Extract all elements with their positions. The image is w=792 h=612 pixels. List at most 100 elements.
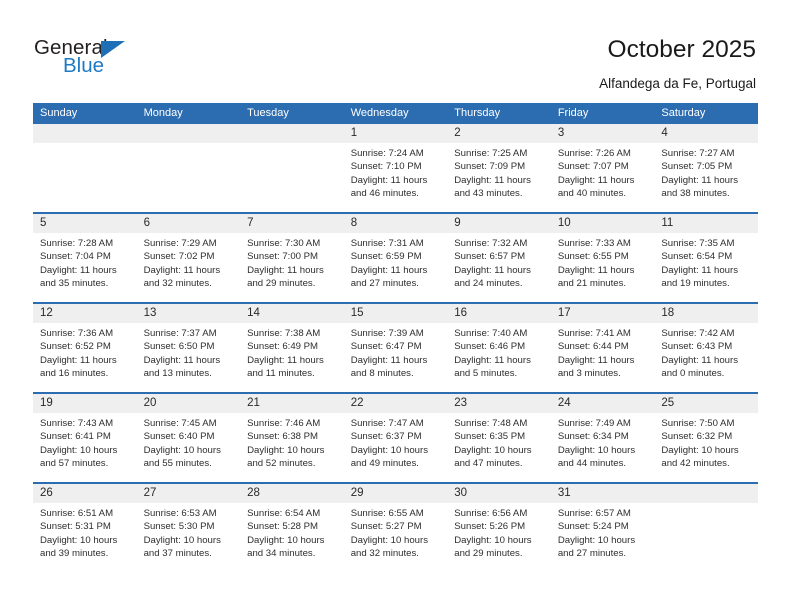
sunrise-time: Sunrise: 7:45 AM: [143, 418, 217, 429]
calendar-day-cell[interactable]: 18 Sunrise: 7:42 AM Sunset: 6:43 PM Dayligh…: [654, 302, 758, 393]
daylight-duration-line1: Daylight: 11 hours: [247, 354, 324, 366]
day-number: 7: [240, 214, 344, 233]
daylight-duration-line1: Daylight: 11 hours: [40, 264, 117, 276]
calendar-day-cell[interactable]: 17 Sunrise: 7:41 AM Sunset: 6:44 PM Dayligh…: [550, 302, 655, 393]
calendar-day-cell[interactable]: 4 Sunrise: 7:27 AM Sunset: 7:05 PM Daylight…: [654, 124, 758, 213]
sunset-time: Sunset: 5:28 PM: [247, 521, 319, 533]
daylight-duration-line1: Daylight: 10 hours: [454, 534, 532, 546]
day-number: 28: [240, 484, 344, 503]
day-number: 18: [654, 304, 758, 323]
calendar-day-cell[interactable]: 26 Sunrise: 6:51 AM Sunset: 5:31 PM Dayligh…: [33, 482, 137, 572]
calendar-day-cell[interactable]: 6 Sunrise: 7:29 AM Sunset: 7:02 PM Daylight…: [136, 212, 241, 303]
calendar-week-row: 1 Sunrise: 7:24 AM Sunset: 7:10 PM Daylight…: [33, 124, 758, 213]
sunrise-time: Sunrise: 7:37 AM: [143, 328, 217, 339]
calendar-day-cell[interactable]: 11 Sunrise: 7:35 AM Sunset: 6:54 PM Dayligh…: [654, 212, 758, 303]
calendar-day-cell[interactable]: 20 Sunrise: 7:45 AM Sunset: 6:40 PM Dayligh…: [136, 392, 241, 483]
calendar-day-cell[interactable]: 8 Sunrise: 7:31 AM Sunset: 6:59 PM Daylight…: [343, 212, 448, 303]
sunrise-time: Sunrise: 7:30 AM: [247, 238, 321, 249]
day-number: 2: [447, 124, 551, 143]
daylight-duration-line2: and 21 minutes.: [557, 278, 627, 290]
daylight-duration-line1: Daylight: 11 hours: [557, 174, 635, 186]
calendar-day-cell[interactable]: 16 Sunrise: 7:40 AM Sunset: 6:46 PM Dayligh…: [447, 302, 551, 393]
calendar-day-cell[interactable]: 3 Sunrise: 7:26 AM Sunset: 7:07 PM Daylight…: [550, 124, 655, 213]
day-number: 21: [240, 394, 344, 413]
sunset-time: Sunset: 6:41 PM: [40, 431, 111, 443]
day-details: Sunrise: 7:40 AM Sunset: 6:46 PM Daylight:…: [447, 323, 551, 381]
sunrise-time: Sunrise: 7:36 AM: [40, 328, 114, 339]
sunrise-time: Sunrise: 7:49 AM: [557, 418, 631, 429]
calendar-day-cell[interactable]: 21 Sunrise: 7:46 AM Sunset: 6:38 PM Dayligh…: [240, 392, 344, 483]
daylight-duration-line1: Daylight: 10 hours: [454, 444, 532, 456]
daylight-duration-line1: Daylight: 11 hours: [454, 264, 531, 276]
sunrise-time: Sunrise: 6:51 AM: [40, 508, 114, 519]
calendar-day-cell[interactable]: 19 Sunrise: 7:43 AM Sunset: 6:41 PM Dayligh…: [33, 392, 137, 483]
page-header: General Blue October 2025 Alfandega da F…: [0, 0, 792, 100]
calendar-week-row: 26 Sunrise: 6:51 AM Sunset: 5:31 PM Dayligh…: [33, 482, 758, 572]
sunset-time: Sunset: 6:32 PM: [661, 431, 733, 443]
sunset-time: Sunset: 6:57 PM: [454, 251, 526, 263]
calendar-day-cell[interactable]: 22 Sunrise: 7:47 AM Sunset: 6:37 PM Dayligh…: [343, 392, 448, 483]
day-number: 24: [550, 394, 655, 413]
calendar-day-cell[interactable]: 24 Sunrise: 7:49 AM Sunset: 6:34 PM Dayligh…: [550, 392, 655, 483]
calendar-day-cell[interactable]: 13 Sunrise: 7:37 AM Sunset: 6:50 PM Dayligh…: [136, 302, 241, 393]
sunset-time: Sunset: 7:10 PM: [350, 161, 422, 173]
sunrise-time: Sunrise: 7:39 AM: [350, 328, 424, 339]
calendar-day-cell[interactable]: 2 Sunrise: 7:25 AM Sunset: 7:09 PM Daylight…: [447, 124, 551, 213]
general-blue-logo[interactable]: General Blue: [34, 36, 214, 84]
day-number: 20: [136, 394, 241, 413]
sunset-time: Sunset: 5:24 PM: [557, 521, 629, 533]
day-details: Sunrise: 7:27 AM Sunset: 7:05 PM Daylight:…: [654, 143, 758, 201]
day-details: Sunrise: 7:46 AM Sunset: 6:38 PM Daylight:…: [240, 413, 344, 471]
calendar-day-cell[interactable]: 23 Sunrise: 7:48 AM Sunset: 6:35 PM Dayligh…: [447, 392, 551, 483]
day-details: Sunrise: 7:48 AM Sunset: 6:35 PM Daylight:…: [447, 413, 551, 471]
day-details: Sunrise: 7:39 AM Sunset: 6:47 PM Daylight:…: [343, 323, 448, 381]
calendar-day-cell[interactable]: 12 Sunrise: 7:36 AM Sunset: 6:52 PM Dayligh…: [33, 302, 137, 393]
sunrise-time: Sunrise: 7:29 AM: [143, 238, 217, 249]
weekday-header-wednesday: Wednesday: [343, 103, 448, 124]
day-details: Sunrise: 7:41 AM Sunset: 6:44 PM Daylight:…: [550, 323, 655, 381]
day-number: 9: [447, 214, 551, 233]
calendar-day-cell[interactable]: 1 Sunrise: 7:24 AM Sunset: 7:10 PM Daylight…: [343, 124, 448, 213]
calendar-day-cell[interactable]: 14 Sunrise: 7:38 AM Sunset: 6:49 PM Dayligh…: [240, 302, 344, 393]
sunset-time: Sunset: 6:59 PM: [350, 251, 422, 263]
daylight-duration-line1: Daylight: 11 hours: [143, 264, 221, 276]
daylight-duration-line1: Daylight: 11 hours: [557, 264, 635, 276]
daylight-duration-line2: and 16 minutes.: [40, 368, 109, 380]
day-number: 17: [550, 304, 655, 323]
sunset-time: Sunset: 6:55 PM: [557, 251, 629, 263]
sunrise-time: Sunrise: 6:55 AM: [350, 508, 424, 519]
sunset-time: Sunset: 6:43 PM: [661, 341, 733, 353]
calendar-day-cell[interactable]: 29 Sunrise: 6:55 AM Sunset: 5:27 PM Dayligh…: [343, 482, 448, 572]
calendar-day-cell[interactable]: 28 Sunrise: 6:54 AM Sunset: 5:28 PM Dayligh…: [240, 482, 344, 572]
calendar-day-cell[interactable]: 27 Sunrise: 6:53 AM Sunset: 5:30 PM Dayligh…: [136, 482, 241, 572]
calendar-day-cell[interactable]: 30 Sunrise: 6:56 AM Sunset: 5:26 PM Dayligh…: [447, 482, 551, 572]
calendar-day-cell[interactable]: 7 Sunrise: 7:30 AM Sunset: 7:00 PM Daylight…: [240, 212, 344, 303]
calendar-header-row-group: Sunday Monday Tuesday Wednesday Thursday…: [33, 103, 758, 124]
calendar-day-cell[interactable]: 31 Sunrise: 6:57 AM Sunset: 5:24 PM Dayligh…: [550, 482, 655, 572]
sunrise-time: Sunrise: 7:32 AM: [454, 238, 528, 249]
sunrise-time: Sunrise: 7:43 AM: [40, 418, 114, 429]
weekday-header-thursday: Thursday: [447, 103, 551, 124]
calendar-day-cell[interactable]: 25 Sunrise: 7:50 AM Sunset: 6:32 PM Dayligh…: [654, 392, 758, 483]
daylight-duration-line1: Daylight: 11 hours: [661, 174, 738, 186]
daylight-duration-line1: Daylight: 10 hours: [143, 444, 221, 456]
sunrise-time: Sunrise: 7:27 AM: [661, 148, 735, 159]
day-details: [136, 143, 241, 207]
daylight-duration-line1: Daylight: 10 hours: [247, 444, 325, 456]
daylight-duration-line2: and 39 minutes.: [40, 548, 109, 560]
day-details: Sunrise: 7:38 AM Sunset: 6:49 PM Daylight:…: [240, 323, 344, 381]
calendar-day-cell[interactable]: 15 Sunrise: 7:39 AM Sunset: 6:47 PM Dayligh…: [343, 302, 448, 393]
calendar-day-cell[interactable]: 9 Sunrise: 7:32 AM Sunset: 6:57 PM Daylight…: [447, 212, 551, 303]
day-details: Sunrise: 6:57 AM Sunset: 5:24 PM Daylight:…: [550, 503, 655, 561]
day-details: Sunrise: 7:32 AM Sunset: 6:57 PM Daylight:…: [447, 233, 551, 291]
calendar-week-row: 5 Sunrise: 7:28 AM Sunset: 7:04 PM Daylight…: [33, 212, 758, 303]
daylight-duration-line2: and 11 minutes.: [247, 368, 315, 380]
sunrise-time: Sunrise: 7:48 AM: [454, 418, 528, 429]
weekday-header-tuesday: Tuesday: [240, 103, 344, 124]
calendar-day-cell[interactable]: 10 Sunrise: 7:33 AM Sunset: 6:55 PM Dayligh…: [550, 212, 655, 303]
sunrise-time: Sunrise: 7:41 AM: [557, 328, 631, 339]
logo-triangle-icon: [101, 41, 125, 58]
calendar-day-cell[interactable]: 5 Sunrise: 7:28 AM Sunset: 7:04 PM Daylight…: [33, 212, 137, 303]
day-details: Sunrise: 7:25 AM Sunset: 7:09 PM Daylight:…: [447, 143, 551, 201]
calendar-day-cell-empty: [136, 124, 241, 213]
